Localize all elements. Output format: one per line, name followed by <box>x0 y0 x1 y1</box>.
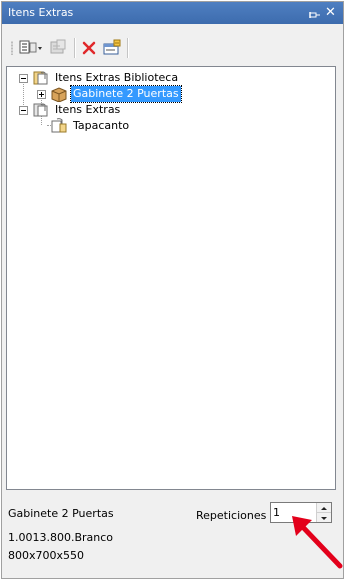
library-binder-icon <box>32 70 50 86</box>
tree-node-cabinet[interactable]: Gabinete 2 Puertas <box>36 85 286 103</box>
repetitions-label: Repeticiones <box>196 509 267 522</box>
tree-node-label: Tapacanto <box>73 119 130 132</box>
collapse-toggle[interactable] <box>19 74 28 83</box>
tree-node-label: Itens Extras Biblioteca <box>55 71 179 84</box>
edge-band-icon <box>50 118 68 134</box>
toolbar-separator <box>74 38 76 58</box>
selected-item-name: Gabinete 2 Puertas <box>8 507 114 520</box>
toolbar <box>2 24 343 66</box>
edit-button[interactable] <box>102 38 124 58</box>
tree-node-label: Itens Extras <box>55 103 121 116</box>
selected-item-dimensions: 800x700x550 <box>8 549 85 562</box>
pin-icon[interactable] <box>309 7 321 19</box>
properties-button[interactable] <box>48 38 70 58</box>
selected-item-code: 1.0013.800.Branco <box>8 531 114 544</box>
delete-button[interactable] <box>80 38 100 58</box>
close-icon[interactable]: ✕ <box>325 6 337 19</box>
collapse-toggle[interactable] <box>19 106 28 115</box>
properties-disabled-icon <box>50 39 66 54</box>
tree-node-tapacanto[interactable]: Tapacanto <box>36 118 286 134</box>
itens-extras-panel: Itens Extras ✕ Itens Extras Biblioteca G… <box>1 1 344 579</box>
annotation-arrow-icon <box>292 516 343 569</box>
tree-node-label: Gabinete 2 Puertas <box>70 85 182 103</box>
cabinet-box-icon <box>50 86 68 103</box>
panel-titlebar: Itens Extras ✕ <box>2 2 343 24</box>
document-list-dropdown-button[interactable] <box>18 38 44 58</box>
toolbar-separator <box>127 38 129 58</box>
edit-form-icon <box>103 39 121 55</box>
document-list-dropdown-icon <box>19 40 42 54</box>
toolbar-grip[interactable] <box>11 41 13 55</box>
extras-binder-icon <box>32 102 50 118</box>
panel-title: Itens Extras <box>8 6 74 19</box>
items-tree[interactable]: Itens Extras Biblioteca Gabinete 2 Puert… <box>6 66 336 490</box>
tree-node-extras[interactable]: Itens Extras <box>18 102 318 118</box>
delete-x-icon <box>82 41 96 55</box>
tree-node-library[interactable]: Itens Extras Biblioteca <box>18 70 318 86</box>
expand-toggle[interactable] <box>37 90 46 99</box>
